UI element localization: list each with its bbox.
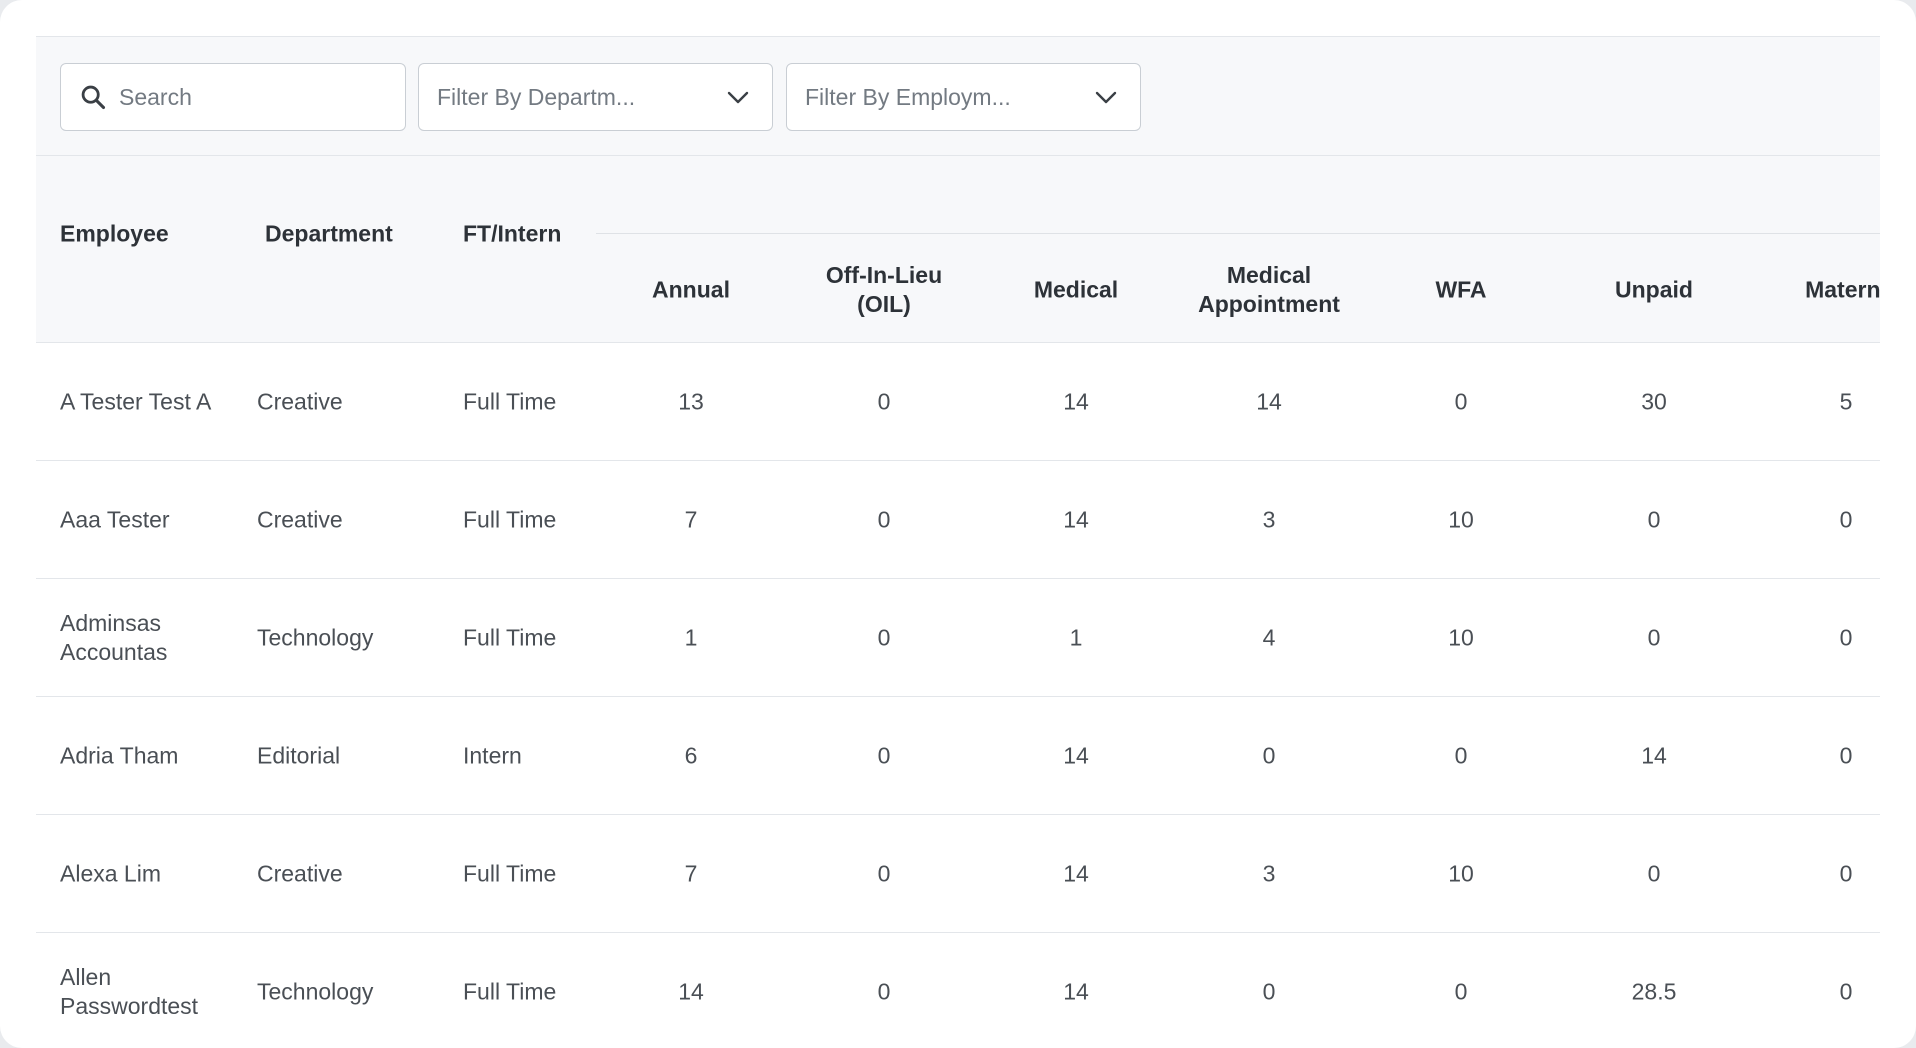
leave-balance-value: 14 xyxy=(1063,742,1089,768)
leave-balance-value: 0 xyxy=(1839,624,1853,650)
employment-filter-label: Filter By Employm... xyxy=(805,83,1011,110)
employee-department: Creative xyxy=(257,506,343,532)
leave-balance-value: 3 xyxy=(1262,506,1276,532)
employment-filter-select[interactable]: Filter By Employm... xyxy=(786,63,1141,131)
table-row[interactable]: Adria Tham Editorial Intern 6 0 14 0 0 14 0 xyxy=(36,697,1880,815)
filter-toolbar: Filter By Departm... Filter By Employm..… xyxy=(36,36,1880,156)
leave-balance-value: 0 xyxy=(1262,742,1276,768)
leave-balance-value: 0 xyxy=(1454,742,1468,768)
leave-balance-value: 0 xyxy=(877,624,891,650)
leave-balance-value: 28.5 xyxy=(1631,978,1677,1004)
leave-balance-value: 14 xyxy=(1256,388,1282,414)
leave-balance-value: 4 xyxy=(1262,624,1276,650)
employment-type: Full Time xyxy=(463,388,557,414)
employee-name: Alexa Lim xyxy=(60,860,161,886)
header-leave-unpaid[interactable]: Unpaid xyxy=(1615,276,1693,305)
table-row[interactable]: Adminsas Accountas Technology Full Time 1 0 1… xyxy=(36,579,1880,697)
employee-department: Creative xyxy=(257,388,343,414)
leave-group-divider xyxy=(596,233,1880,234)
leave-balance-value: 6 xyxy=(684,742,698,768)
table-row[interactable]: Alexa Lim Creative Full Time 7 0 14 3 10 0 0 xyxy=(36,815,1880,933)
leave-balance-card: Filter By Departm... Filter By Employm..… xyxy=(0,0,1916,1048)
leave-balance-value: 7 xyxy=(684,506,698,532)
header-employee[interactable]: Employee xyxy=(60,220,169,249)
employee-department: Technology xyxy=(257,624,374,650)
leave-balance-value: 14 xyxy=(1063,506,1089,532)
leave-balance-value: 0 xyxy=(877,388,891,414)
employee-name: Adria Tham xyxy=(60,742,179,768)
employee-department: Creative xyxy=(257,860,343,886)
leave-balance-value: 14 xyxy=(1063,388,1089,414)
leave-balance-value: 14 xyxy=(1063,860,1089,886)
leave-balance-value: 0 xyxy=(877,742,891,768)
header-leave-medical[interactable]: Medical xyxy=(1034,276,1118,305)
leave-balance-value: 7 xyxy=(684,860,698,886)
leave-balance-value: 0 xyxy=(877,506,891,532)
department-filter-label: Filter By Departm... xyxy=(437,83,636,110)
header-leave-medical-appointment[interactable]: Medical Appointment xyxy=(1198,261,1340,319)
employment-type: Full Time xyxy=(463,860,557,886)
employment-type: Full Time xyxy=(463,506,557,532)
leave-balance-value: 0 xyxy=(1839,742,1853,768)
leave-balance-value: 0 xyxy=(1647,624,1661,650)
employee-department: Editorial xyxy=(257,742,341,768)
table-row[interactable]: Aaa Tester Creative Full Time 7 0 14 3 10 0 0 xyxy=(36,461,1880,579)
leave-balance-value: 14 xyxy=(1063,978,1089,1004)
leave-balance-value: 13 xyxy=(678,388,704,414)
chevron-down-icon xyxy=(727,91,749,104)
leave-balance-value: 14 xyxy=(678,978,704,1004)
leave-balance-value: 0 xyxy=(1454,978,1468,1004)
header-leave-off-in-lieu-oil[interactable]: Off-In-Lieu (OIL) xyxy=(826,261,942,319)
header-ft-intern[interactable]: FT/Intern xyxy=(463,220,561,249)
leave-balance-value: 3 xyxy=(1262,860,1276,886)
search-icon xyxy=(81,85,106,110)
search-input[interactable] xyxy=(119,83,389,111)
employee-name: A Tester Test A xyxy=(60,388,212,414)
leave-balance-value: 10 xyxy=(1448,506,1474,532)
leave-balance-value: 0 xyxy=(1647,506,1661,532)
leave-balance-value: 0 xyxy=(1647,860,1661,886)
table-row[interactable]: A Tester Test A Creative Full Time 13 0 14 14 0… xyxy=(36,343,1880,461)
leave-balance-value: 0 xyxy=(1839,860,1853,886)
chevron-down-icon xyxy=(1095,91,1117,104)
leave-balance-value: 0 xyxy=(1839,978,1853,1004)
header-leave-annual[interactable]: Annual xyxy=(652,276,730,305)
leave-balance-value: 0 xyxy=(877,978,891,1004)
leave-balance-value: 10 xyxy=(1448,860,1474,886)
leave-balance-value: 1 xyxy=(684,624,698,650)
employment-type: Full Time xyxy=(463,624,557,650)
header-department[interactable]: Department xyxy=(265,220,393,249)
leave-balance-value: 1 xyxy=(1069,624,1083,650)
table-row[interactable]: Allen Passwordtest Technology Full Time 14 0… xyxy=(36,933,1880,1048)
search-field[interactable] xyxy=(60,63,406,131)
department-filter-select[interactable]: Filter By Departm... xyxy=(418,63,773,131)
employee-name: Adminsas Accountas xyxy=(60,609,168,665)
leave-balance-value: 14 xyxy=(1641,742,1667,768)
employment-type: Full Time xyxy=(463,978,557,1004)
leave-balance-value: 0 xyxy=(1262,978,1276,1004)
leave-balance-value: 5 xyxy=(1839,388,1853,414)
header-leave-wfa[interactable]: WFA xyxy=(1435,276,1486,305)
header-leave-materni[interactable]: Materni xyxy=(1805,276,1880,305)
leave-balance-value: 10 xyxy=(1448,624,1474,650)
employee-name: Allen Passwordtest xyxy=(60,963,199,1019)
leave-balance-table: Employee Department FT/Intern Annual Off-… xyxy=(36,156,1880,1048)
leave-balance-value: 30 xyxy=(1641,388,1667,414)
employee-name: Aaa Tester xyxy=(60,506,170,532)
employment-type: Intern xyxy=(463,742,522,768)
leave-balance-value: 0 xyxy=(877,860,891,886)
leave-balance-value: 0 xyxy=(1454,388,1468,414)
employee-department: Technology xyxy=(257,978,374,1004)
leave-balance-value: 0 xyxy=(1839,506,1853,532)
table-header: Employee Department FT/Intern Annual Off-… xyxy=(36,156,1880,343)
